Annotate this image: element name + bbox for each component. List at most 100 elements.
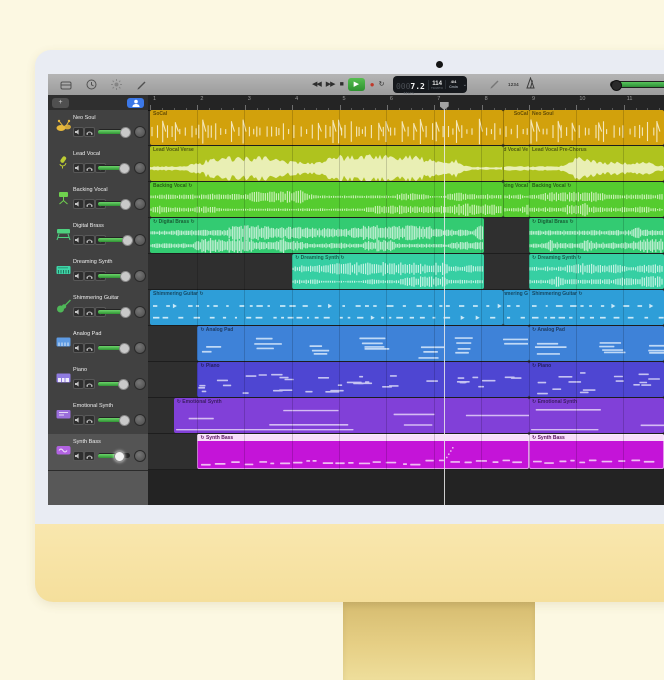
- timeline-region-neo-soul[interactable]: Neo Soul: [529, 110, 664, 145]
- volume-knob[interactable]: [120, 199, 131, 210]
- pencil-icon[interactable]: [135, 79, 147, 91]
- track-header-digital-brass[interactable]: Digital Brass: [48, 218, 148, 255]
- mute-button[interactable]: [73, 451, 84, 461]
- rewind-button[interactable]: ◀◀: [312, 81, 321, 88]
- volume-slider[interactable]: [98, 381, 130, 386]
- mute-button[interactable]: [73, 343, 84, 353]
- timeline-region-dreaming-synth[interactable]: ↻ Dreaming Synth ↻: [529, 254, 664, 289]
- timeline-region-lead-vocal[interactable]: Lead Vocal Verse: [150, 146, 503, 181]
- solo-button[interactable]: [84, 343, 95, 353]
- solo-button[interactable]: [84, 415, 95, 425]
- track-header-dreaming-synth[interactable]: Dreaming Synth: [48, 254, 148, 291]
- track-header-synth-bass[interactable]: Synth Bass: [48, 434, 148, 471]
- play-button[interactable]: ▶: [348, 78, 365, 91]
- volume-knob[interactable]: [118, 379, 129, 390]
- timeline-region-emotional-synth[interactable]: ↻ Emotional Synth: [174, 398, 529, 433]
- master-volume-slider[interactable]: [610, 81, 664, 88]
- volume-knob[interactable]: [122, 235, 133, 246]
- volume-knob[interactable]: [120, 307, 131, 318]
- brightness-icon[interactable]: [110, 79, 122, 91]
- solo-button[interactable]: [84, 451, 95, 461]
- timeline-region-backing-vocal[interactable]: Backing Vocal: [503, 182, 530, 217]
- pan-knob[interactable]: [134, 450, 146, 462]
- pan-knob[interactable]: [134, 342, 146, 354]
- solo-button[interactable]: [84, 307, 95, 317]
- mute-button[interactable]: [73, 307, 84, 317]
- timeline-region-shimmering-guitar[interactable]: Shimmering G: [503, 290, 530, 325]
- timeline-region-lead-vocal[interactable]: Lead Vocal Pre-Chorus: [529, 146, 664, 181]
- volume-knob[interactable]: [114, 451, 125, 462]
- timeline-region-dreaming-synth[interactable]: ↻ Dreaming Synth ↻: [292, 254, 484, 289]
- track-header-emotional-synth[interactable]: Emotional Synth: [48, 398, 148, 435]
- edit-pencil-icon[interactable]: [489, 74, 500, 95]
- cycle-button[interactable]: ↻: [379, 81, 384, 88]
- volume-knob[interactable]: [119, 343, 130, 354]
- pan-knob[interactable]: [134, 270, 146, 282]
- library-icon[interactable]: [60, 79, 72, 91]
- track-header-piano[interactable]: Piano: [48, 362, 148, 399]
- timeline-region-lead-vocal[interactable]: Lead Vocal Ve: [503, 146, 530, 181]
- timeline-region-piano[interactable]: ↻ Piano: [197, 362, 529, 397]
- clock-icon[interactable]: [85, 79, 97, 91]
- pan-knob[interactable]: [134, 378, 146, 390]
- forward-button[interactable]: ▶▶: [326, 81, 335, 88]
- timeline-region-emotional-synth[interactable]: ↻ Emotional Synth: [529, 398, 664, 433]
- timeline-region-analog-pad[interactable]: ↻ Analog Pad: [529, 326, 664, 361]
- volume-slider[interactable]: [98, 165, 130, 170]
- volume-slider[interactable]: [98, 129, 130, 134]
- volume-knob[interactable]: [120, 271, 131, 282]
- pan-knob[interactable]: [134, 306, 146, 318]
- solo-button[interactable]: [84, 163, 95, 173]
- timeline-region-digital-brass[interactable]: ↻ Digital Brass ↻: [529, 218, 664, 253]
- solo-button[interactable]: [84, 379, 95, 389]
- mute-button[interactable]: [73, 163, 84, 173]
- volume-knob[interactable]: [119, 415, 130, 426]
- timeline-region-shimmering-guitar[interactable]: Shimmering Guitar ↻: [150, 290, 503, 325]
- track-header-lead-vocal[interactable]: Lead Vocal: [48, 146, 148, 183]
- timeline-region-neo-soul[interactable]: SoCal: [150, 110, 503, 145]
- volume-knob[interactable]: [119, 163, 130, 174]
- volume-slider[interactable]: [98, 417, 130, 422]
- metronome-button[interactable]: [526, 74, 535, 95]
- volume-slider[interactable]: [98, 201, 130, 206]
- timeline-region-analog-pad[interactable]: ↻ Analog Pad: [197, 326, 529, 361]
- record-button[interactable]: ●: [370, 81, 374, 89]
- timeline-ruler[interactable]: 1234567891011: [148, 95, 664, 111]
- pan-knob[interactable]: [134, 126, 146, 138]
- volume-slider[interactable]: [98, 237, 130, 242]
- pan-knob[interactable]: [134, 234, 146, 246]
- timeline-region-digital-brass[interactable]: ↻ Digital Brass ↻: [150, 218, 484, 253]
- mute-button[interactable]: [73, 127, 84, 137]
- solo-button[interactable]: [84, 199, 95, 209]
- master-volume-knob[interactable]: [611, 80, 622, 91]
- volume-slider[interactable]: [98, 309, 130, 314]
- mute-button[interactable]: [73, 271, 84, 281]
- stop-button[interactable]: ■: [340, 81, 343, 88]
- pan-knob[interactable]: [134, 198, 146, 210]
- volume-slider[interactable]: [98, 273, 130, 278]
- track-header-shimmering-guitar[interactable]: Shimmering Guitar: [48, 290, 148, 327]
- timeline-region-piano[interactable]: ↻ Piano: [529, 362, 664, 397]
- mute-button[interactable]: [73, 199, 84, 209]
- track-header-toggle-button[interactable]: [127, 98, 144, 108]
- timeline-region-shimmering-guitar[interactable]: Shimmering Guitar ↻: [529, 290, 664, 325]
- mute-button[interactable]: [73, 415, 84, 425]
- timeline-region-synth-bass[interactable]: ↻ Synth Bass: [197, 434, 529, 469]
- pan-knob[interactable]: [134, 162, 146, 174]
- pan-knob[interactable]: [134, 414, 146, 426]
- count-in-button[interactable]: 1234: [508, 74, 519, 95]
- mute-button[interactable]: [73, 379, 84, 389]
- volume-slider[interactable]: [98, 453, 130, 458]
- solo-button[interactable]: [84, 271, 95, 281]
- timeline-region-synth-bass[interactable]: ↻ Synth Bass: [529, 434, 664, 469]
- track-header-neo-soul[interactable]: Neo Soul: [48, 110, 148, 147]
- chevron-down-icon[interactable]: ⌄: [463, 82, 467, 88]
- solo-button[interactable]: [84, 235, 95, 245]
- timeline-region-backing-vocal[interactable]: Backing Vocal ↻: [529, 182, 664, 217]
- track-header-analog-pad[interactable]: Analog Pad: [48, 326, 148, 363]
- add-track-button[interactable]: +: [52, 98, 69, 108]
- solo-button[interactable]: [84, 127, 95, 137]
- volume-slider[interactable]: [98, 345, 130, 350]
- volume-knob[interactable]: [120, 127, 131, 138]
- timeline-region-neo-soul[interactable]: SoCal: [503, 110, 530, 145]
